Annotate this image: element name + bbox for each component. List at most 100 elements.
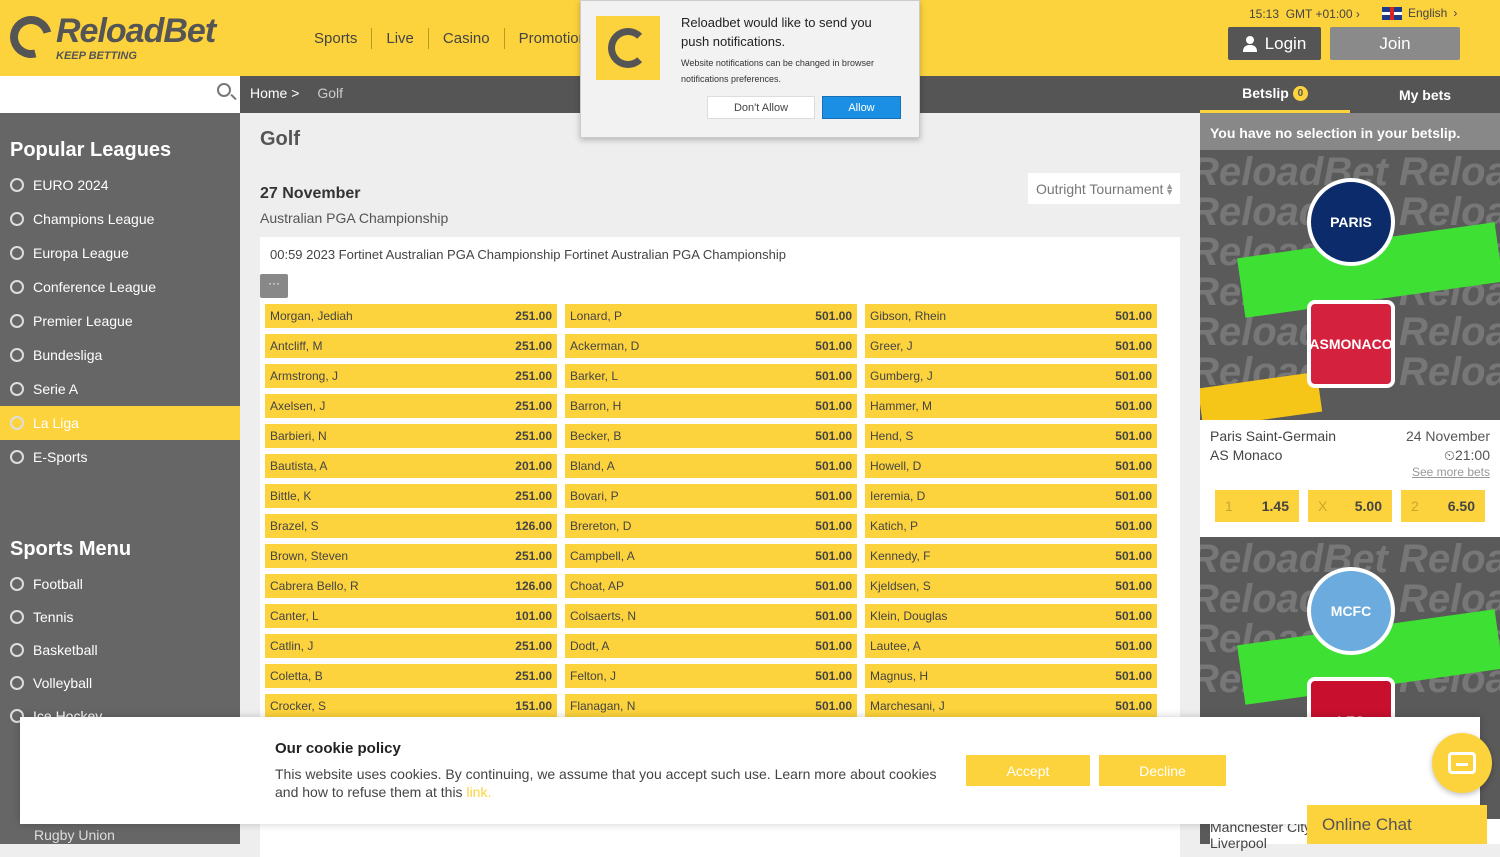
outright-odds-button[interactable]: Brown, Steven 251.00 (265, 544, 557, 568)
outright-odds-button[interactable]: Lautee, A 501.00 (865, 634, 1157, 658)
player-name: Bittle, K (270, 489, 312, 503)
outright-odds-button[interactable]: Hend, S 501.00 (865, 424, 1157, 448)
outright-odds-button[interactable]: Antcliff, M 251.00 (265, 334, 557, 358)
logo[interactable]: ReloadBet KEEP BETTING (2, 8, 240, 67)
outright-odds-button[interactable]: Canter, L 101.00 (265, 604, 557, 628)
outright-odds-button[interactable]: Bovari, P 501.00 (565, 484, 857, 508)
outright-odds-button[interactable]: Morgan, Jediah 251.00 (265, 304, 557, 328)
outright-odds-button[interactable]: Armstrong, J 251.00 (265, 364, 557, 388)
chat-button[interactable] (1432, 733, 1492, 793)
sidebar-item-bundesliga[interactable]: Bundesliga (0, 338, 240, 372)
outright-odds-button[interactable]: Brereton, D 501.00 (565, 514, 857, 538)
outright-odds-button[interactable]: Barker, L 501.00 (565, 364, 857, 388)
outright-odds-button[interactable]: Kjeldsen, S 501.00 (865, 574, 1157, 598)
outright-odds-button[interactable]: Crocker, S 151.00 (265, 694, 557, 718)
outright-odds-button[interactable]: Felton, J 501.00 (565, 664, 857, 688)
outright-odds-button[interactable]: Choat, AP 501.00 (565, 574, 857, 598)
search-input[interactable] (0, 76, 200, 113)
sidebar-item-basketball[interactable]: Basketball (0, 633, 240, 666)
player-name: Bovari, P (570, 489, 619, 503)
outright-odds-button[interactable]: Ackerman, D 501.00 (565, 334, 857, 358)
search-icon[interactable] (217, 83, 231, 97)
join-button[interactable]: Join (1330, 27, 1460, 60)
sidebar-item-serie-a[interactable]: Serie A (0, 372, 240, 406)
odds-row: Morgan, Jediah 251.00 Lonard, P 501.00 Gibso… (265, 304, 1175, 334)
sidebar-item-volleyball[interactable]: Volleyball (0, 666, 240, 699)
sidebar-item-e-sports[interactable]: E-Sports (0, 440, 240, 474)
sidebar-item-euro-2024[interactable]: EURO 2024 (0, 168, 240, 202)
nav-casino[interactable]: Casino (429, 28, 505, 49)
outright-odds-button[interactable]: Colsaerts, N 501.00 (565, 604, 857, 628)
outright-odds-button[interactable]: Lonard, P 501.00 (565, 304, 857, 328)
outright-odds-button[interactable]: Campbell, A 501.00 (565, 544, 857, 568)
outright-odds-button[interactable]: Flanagan, N 501.00 (565, 694, 857, 718)
trophy-icon (10, 178, 24, 192)
sidebar-item-tennis[interactable]: Tennis (0, 600, 240, 633)
odds-value: 5.00 (1354, 498, 1382, 514)
search-box[interactable] (0, 76, 240, 113)
odds-draw-button[interactable]: X 5.00 (1308, 490, 1392, 522)
odds-value: 251.00 (515, 639, 552, 653)
odds-value: 126.00 (515, 519, 552, 533)
outright-odds-button[interactable]: Marchesani, J 501.00 (865, 694, 1157, 718)
outright-odds-button[interactable]: Becker, B 501.00 (565, 424, 857, 448)
promo-banner-psg-monaco[interactable]: ReloadBet Reload ReloadBet Reload Reload… (1200, 150, 1500, 420)
outright-odds-button[interactable]: Magnus, H 501.00 (865, 664, 1157, 688)
market-select[interactable]: Outright Tournament ▲ ▼ (1028, 173, 1180, 204)
outright-odds-button[interactable]: Ieremia, D 501.00 (865, 484, 1157, 508)
man-city-crest-icon: MCFC (1307, 567, 1395, 655)
outright-odds-button[interactable]: Hammer, M 501.00 (865, 394, 1157, 418)
odds-away-button[interactable]: 2 6.50 (1401, 490, 1485, 522)
sidebar-item-football[interactable]: Football (0, 567, 240, 600)
sidebar-item-la-liga[interactable]: La Liga (0, 406, 240, 440)
see-more-bets-link[interactable]: See more bets (1412, 465, 1490, 479)
breadcrumb-current: Golf (317, 85, 344, 101)
odds-label: 2 (1411, 498, 1419, 514)
decline-button[interactable]: Decline (1099, 755, 1226, 786)
outright-odds-button[interactable]: Dodt, A 501.00 (565, 634, 857, 658)
login-button[interactable]: Login (1228, 27, 1321, 60)
nav-sports[interactable]: Sports (300, 28, 373, 49)
sidebar-item-premier-league[interactable]: Premier League (0, 304, 240, 338)
outright-odds-button[interactable]: Barron, H 501.00 (565, 394, 857, 418)
more-options-button[interactable]: ··· (260, 274, 288, 298)
outright-odds-button[interactable]: Klein, Douglas 501.00 (865, 604, 1157, 628)
tab-betslip[interactable]: Betslip 0 (1200, 76, 1350, 113)
online-chat-tab[interactable]: Online Chat (1307, 805, 1487, 844)
outright-odds-button[interactable]: Gumberg, J 501.00 (865, 364, 1157, 388)
tab-my-bets[interactable]: My bets (1350, 76, 1500, 113)
sidebar-item-label: Volleyball (33, 674, 93, 691)
logo-tagline: KEEP BETTING (56, 50, 137, 62)
accept-button[interactable]: Accept (966, 755, 1090, 786)
dont-allow-button[interactable]: Don't Allow (707, 96, 815, 119)
sidebar-item-champions-league[interactable]: Champions League (0, 202, 240, 236)
player-name: Canter, L (270, 609, 319, 623)
nav-live[interactable]: Live (372, 28, 429, 49)
outright-odds-button[interactable]: Brazel, S 126.00 (265, 514, 557, 538)
outright-odds-button[interactable]: Bittle, K 251.00 (265, 484, 557, 508)
language-selector[interactable]: English › (1382, 6, 1457, 20)
player-name: Colsaerts, N (570, 609, 637, 623)
breadcrumb-home[interactable]: Home (250, 85, 287, 101)
sidebar-item-conference-league[interactable]: Conference League (0, 270, 240, 304)
outright-odds-button[interactable]: Axelsen, J 251.00 (265, 394, 557, 418)
sidebar-item-rugby-union[interactable]: Rugby Union (34, 827, 115, 843)
outright-odds-button[interactable]: Barbieri, N 251.00 (265, 424, 557, 448)
outright-odds-button[interactable]: Kennedy, F 501.00 (865, 544, 1157, 568)
outright-odds-button[interactable]: Gibson, Rhein 501.00 (865, 304, 1157, 328)
odds-value: 501.00 (815, 639, 852, 653)
sidebar-item-europa-league[interactable]: Europa League (0, 236, 240, 270)
outright-odds-button[interactable]: Bland, A 501.00 (565, 454, 857, 478)
outright-odds-button[interactable]: Coletta, B 251.00 (265, 664, 557, 688)
player-name: Brereton, D (570, 519, 632, 533)
outright-odds-button[interactable]: Katich, P 501.00 (865, 514, 1157, 538)
cookie-link[interactable]: link. (466, 784, 491, 800)
outright-odds-button[interactable]: Howell, D 501.00 (865, 454, 1157, 478)
outright-odds-button[interactable]: Greer, J 501.00 (865, 334, 1157, 358)
outright-odds-button[interactable]: Bautista, A 201.00 (265, 454, 557, 478)
outright-odds-button[interactable]: Cabrera Bello, R 126.00 (265, 574, 557, 598)
outright-odds-button[interactable]: Catlin, J 251.00 (265, 634, 557, 658)
allow-button[interactable]: Allow (822, 96, 901, 119)
odds-home-button[interactable]: 1 1.45 (1215, 490, 1299, 522)
player-name: Barron, H (570, 399, 622, 413)
